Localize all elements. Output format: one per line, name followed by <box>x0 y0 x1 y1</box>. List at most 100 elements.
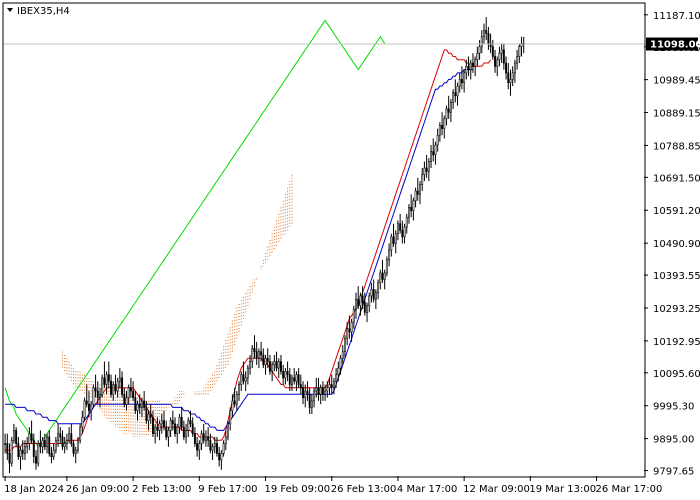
candle-body <box>6 443 9 454</box>
candle-body <box>26 443 29 448</box>
candle-body <box>280 361 282 372</box>
candle-body <box>465 66 468 74</box>
candle-body <box>341 351 344 359</box>
candle-body <box>110 380 112 395</box>
candle-body <box>434 144 437 156</box>
x-tick-label: 2 Feb 13:00 <box>132 484 191 495</box>
candle-body <box>427 161 430 172</box>
candle-body <box>436 134 439 146</box>
candle-body <box>231 400 234 412</box>
candle-body <box>35 456 37 464</box>
y-tick-label: 10691.50 <box>653 173 700 184</box>
candle-body <box>350 321 353 333</box>
candle-body <box>158 423 161 431</box>
candle-body <box>414 190 417 202</box>
candle-body <box>105 374 108 385</box>
candle-body <box>222 443 225 454</box>
candle-body <box>48 436 51 454</box>
candle-body <box>70 433 73 444</box>
candle-body <box>90 403 93 412</box>
candle-body <box>4 443 7 445</box>
candle-body <box>505 62 508 74</box>
candle-body <box>394 233 397 244</box>
candle-body <box>412 200 415 211</box>
candle-body <box>253 348 256 352</box>
candle-body <box>76 439 79 451</box>
candle-body <box>372 289 375 300</box>
candle-body <box>381 272 384 280</box>
candle-body <box>125 397 128 405</box>
x-tick-label: 12 Mar 09:00 <box>463 484 530 495</box>
candle-body <box>355 298 357 310</box>
x-tick-label: 4 Mar 17:00 <box>397 484 457 495</box>
x-tick-label: 19 Mar 13:00 <box>529 484 596 495</box>
candle-body <box>233 400 236 405</box>
candle-body <box>377 282 380 293</box>
candle-body <box>32 439 35 457</box>
candle-body <box>370 289 373 297</box>
candle-body <box>30 433 33 441</box>
candle-body <box>275 361 278 369</box>
candle-body <box>96 390 99 398</box>
candle-body <box>299 384 302 389</box>
candle-body <box>149 413 152 418</box>
candle-body <box>156 426 159 431</box>
candle-body <box>200 433 203 444</box>
candle-body <box>187 420 190 431</box>
candle-body <box>196 443 199 451</box>
candle-body <box>114 384 117 392</box>
candle-body <box>410 207 413 211</box>
candle-body <box>297 374 300 385</box>
candle-body <box>251 348 254 362</box>
candle-body <box>500 49 503 54</box>
candle-body <box>443 118 446 129</box>
y-tick-label: 11187.10 <box>653 11 700 22</box>
candle-body <box>165 426 168 438</box>
candle-body <box>59 433 62 438</box>
candle-body <box>403 226 406 238</box>
candle-body <box>37 443 40 464</box>
candle-body <box>264 357 267 366</box>
candle-body <box>204 436 207 441</box>
candle-body <box>304 390 307 398</box>
candle-body <box>211 446 214 451</box>
candle-body <box>112 384 115 395</box>
candle-body <box>485 29 488 34</box>
candle-body <box>262 354 265 366</box>
y-tick-label: 10889.15 <box>653 109 700 120</box>
candle-body <box>392 236 395 244</box>
y-axis: 11187.1011089.6510989.4510889.1510788.85… <box>644 11 700 478</box>
candle-body <box>83 400 86 418</box>
y-tick-label: 10393.55 <box>653 271 700 282</box>
candle-body <box>52 449 55 457</box>
candle-body <box>81 416 84 428</box>
candle-body <box>423 167 426 175</box>
candle-body <box>502 49 505 64</box>
candle-body <box>213 443 216 448</box>
candle-body <box>474 59 477 67</box>
candle-body <box>472 62 474 67</box>
candle-body <box>291 377 293 385</box>
candle-body <box>202 433 205 441</box>
candle-body <box>346 328 349 339</box>
candle-body <box>138 403 141 408</box>
candle-body <box>463 72 466 84</box>
candle-body <box>143 400 146 408</box>
candle-body <box>476 52 479 61</box>
candle-body <box>116 380 119 392</box>
candle-body <box>324 390 327 395</box>
candle-body <box>240 374 243 385</box>
candle-body <box>441 125 444 129</box>
y-tick-label: 9797.65 <box>653 467 694 478</box>
candle-body <box>46 436 48 448</box>
candle-body <box>487 33 490 44</box>
x-tick-label: 9 Feb 17:00 <box>198 484 257 495</box>
candle-body <box>72 443 75 454</box>
candle-body <box>494 56 496 67</box>
candle-body <box>308 394 311 408</box>
candle-body <box>191 423 194 434</box>
candle-body <box>50 453 53 457</box>
candle-body <box>513 62 516 74</box>
candle-body <box>458 79 461 87</box>
candle-body <box>17 443 20 457</box>
